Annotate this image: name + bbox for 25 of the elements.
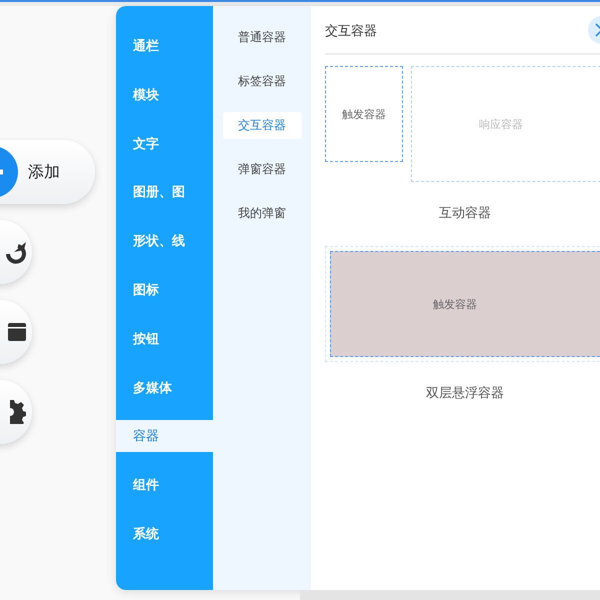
submenu-item[interactable]: 标签容器 xyxy=(222,68,302,95)
submenu-item[interactable]: 普通容器 xyxy=(222,24,302,51)
category-item[interactable]: 形状、线 xyxy=(116,225,213,258)
submenu-item[interactable]: 交互容器 xyxy=(222,112,302,139)
submenu-item[interactable]: 弹窗容器 xyxy=(222,156,302,183)
category-item[interactable]: 多媒体 xyxy=(116,372,213,404)
gear-icon xyxy=(10,400,28,424)
category-item[interactable]: 模块 xyxy=(116,78,213,111)
category-item[interactable]: 文字 xyxy=(116,128,213,160)
category-item[interactable]: 通栏 xyxy=(116,30,213,62)
trigger-container: 触发容器 xyxy=(325,66,403,162)
submenu-item[interactable]: 我的弹窗 xyxy=(222,200,302,227)
category-item[interactable]: 按钮 xyxy=(116,322,213,355)
category-item[interactable]: 图册、图 xyxy=(116,176,213,208)
category-item[interactable]: 系统 xyxy=(116,518,213,550)
sample-caption: 双层悬浮容器 xyxy=(425,385,505,402)
add-button[interactable]: 添加 xyxy=(0,140,95,204)
panel-title: 交互容器 xyxy=(325,22,377,40)
window-icon xyxy=(8,321,28,343)
category-item[interactable]: 组件 xyxy=(116,469,213,502)
category-item[interactable]: 容器 xyxy=(116,420,213,452)
response-container: 响应容器 xyxy=(411,66,600,182)
sample-caption: 互动容器 xyxy=(438,205,492,222)
trigger-container: 触发容器 xyxy=(330,251,600,357)
category-item[interactable]: 图标 xyxy=(116,274,213,306)
